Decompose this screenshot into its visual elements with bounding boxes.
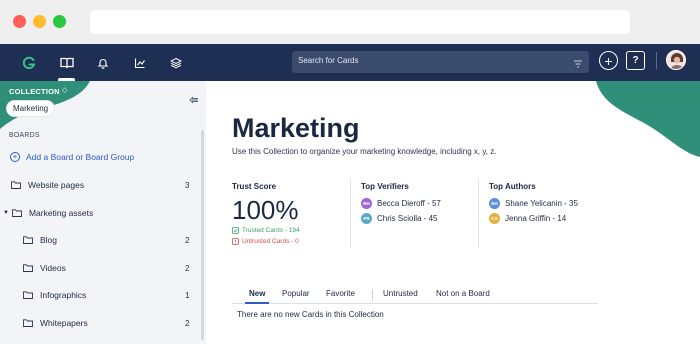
user-avatar: CG: [489, 213, 500, 224]
author-text: Jenna Griffin - 14: [505, 214, 567, 223]
avatar[interactable]: [666, 50, 686, 70]
trust-score-value: 100%: [232, 195, 299, 225]
verifier-text: Becca Dieroff - 57: [377, 199, 441, 208]
help-button[interactable]: ?: [626, 51, 645, 70]
user-avatar: PR: [361, 213, 372, 224]
book-icon[interactable]: [48, 44, 85, 81]
board-count: 2: [185, 235, 190, 245]
verifier-item[interactable]: PR Chris Sciolla - 45: [361, 213, 437, 224]
board-count: 2: [185, 263, 190, 273]
trusted-cards-link[interactable]: Trusted Cards - 194: [232, 227, 300, 234]
check-icon: [232, 227, 239, 234]
sidebar-item-website-pages[interactable]: Website pages 3: [11, 180, 191, 190]
sidebar-item-label: Website pages: [28, 180, 85, 190]
column-divider: [350, 180, 351, 248]
sidebar-item-videos[interactable]: Videos 2: [23, 263, 191, 273]
folder-icon: [23, 319, 33, 327]
minimize-window-button[interactable]: [33, 15, 46, 28]
add-board-button[interactable]: + Add a Board or Board Group: [10, 152, 134, 162]
sidebar-scrollbar[interactable]: [201, 130, 204, 340]
trusted-cards-text: Trusted Cards - 194: [242, 227, 300, 234]
tab-untrusted[interactable]: Untrusted: [383, 289, 418, 298]
column-divider: [478, 180, 479, 248]
verifier-text: Chris Sciolla - 45: [377, 214, 438, 223]
boards-label: BOARDS: [9, 132, 40, 139]
sidebar-item-label: Infographics: [40, 290, 87, 300]
sidebar-item-label: Marketing assets: [28, 208, 94, 218]
plus-icon: +: [604, 52, 613, 69]
author-item[interactable]: CG Jenna Griffin - 14: [489, 213, 566, 224]
untrusted-cards-text: Untrusted Cards - 0: [242, 238, 299, 245]
sidebar-item-label: Blog: [40, 235, 58, 245]
decorative-corner-shape: [596, 81, 700, 157]
add-circle-icon: +: [10, 152, 20, 162]
sidebar-item-label: Videos: [40, 263, 66, 273]
sidebar-item-whitepapers[interactable]: Whitepapers 2: [23, 318, 191, 328]
top-authors-label: Top Authors: [489, 182, 536, 191]
verifier-item[interactable]: BH Becca Dieroff - 57: [361, 198, 441, 209]
user-avatar: BH: [489, 198, 500, 209]
user-avatar: BH: [361, 198, 372, 209]
chevron-updown-icon[interactable]: ◇: [62, 86, 67, 94]
sidebar-item-label: Whitepapers: [40, 318, 88, 328]
folder-icon: [12, 209, 22, 217]
author-item[interactable]: BH Shane Yelicanin - 35: [489, 198, 578, 209]
board-count: 2: [185, 318, 190, 328]
tab-not-on-a-board[interactable]: Not on a Board: [436, 289, 490, 298]
browser-chrome: [0, 0, 700, 44]
sidebar-item-marketing-assets[interactable]: ▼ Marketing assets: [3, 208, 191, 218]
address-bar[interactable]: [90, 10, 630, 34]
folder-icon: [23, 236, 33, 244]
board-count: 1: [185, 290, 190, 300]
search-placeholder: Search for Cards: [298, 56, 359, 65]
card-tabs: New Popular Favorite Untrusted Not on a …: [232, 288, 598, 304]
collection-selector[interactable]: Marketing: [7, 101, 55, 116]
close-window-button[interactable]: [13, 15, 26, 28]
bell-icon[interactable]: [84, 44, 121, 81]
chart-icon[interactable]: [121, 44, 158, 81]
warning-icon: [232, 238, 239, 245]
top-nav: Search for Cards: [0, 44, 700, 81]
add-card-button[interactable]: +: [599, 51, 618, 70]
empty-state-message: There are no new Cards in this Collectio…: [237, 310, 384, 319]
collection-label: COLLECTION: [9, 87, 60, 96]
folder-icon: [23, 264, 33, 272]
layers-icon[interactable]: [157, 44, 194, 81]
tab-favorite[interactable]: Favorite: [326, 289, 355, 298]
trust-score-label: Trust Score: [232, 182, 277, 191]
add-board-label: Add a Board or Board Group: [26, 152, 135, 162]
active-tab-indicator: [245, 302, 269, 304]
page-subtitle: Use this Collection to organize your mar…: [232, 147, 497, 156]
search-input[interactable]: Search for Cards: [292, 51, 589, 73]
filter-icon[interactable]: [573, 56, 583, 74]
board-count: 3: [185, 180, 190, 190]
sidebar-item-blog[interactable]: Blog 2: [23, 235, 191, 245]
caret-down-icon[interactable]: ▼: [3, 210, 9, 216]
logo-icon[interactable]: [10, 44, 47, 81]
untrusted-cards-link[interactable]: Untrusted Cards - 0: [232, 238, 299, 245]
tab-new[interactable]: New: [249, 289, 265, 298]
maximize-window-button[interactable]: [53, 15, 66, 28]
folder-icon: [11, 181, 21, 189]
page-title: Marketing: [232, 113, 360, 143]
collapse-sidebar-icon[interactable]: [189, 91, 199, 109]
author-text: Shane Yelicanin - 35: [505, 199, 578, 208]
tab-separator: [372, 289, 373, 300]
nav-divider: [656, 52, 657, 69]
sidebar-item-infographics[interactable]: Infographics 1: [23, 290, 191, 300]
folder-icon: [23, 291, 33, 299]
top-verifiers-label: Top Verifiers: [361, 182, 409, 191]
tab-popular[interactable]: Popular: [282, 289, 310, 298]
